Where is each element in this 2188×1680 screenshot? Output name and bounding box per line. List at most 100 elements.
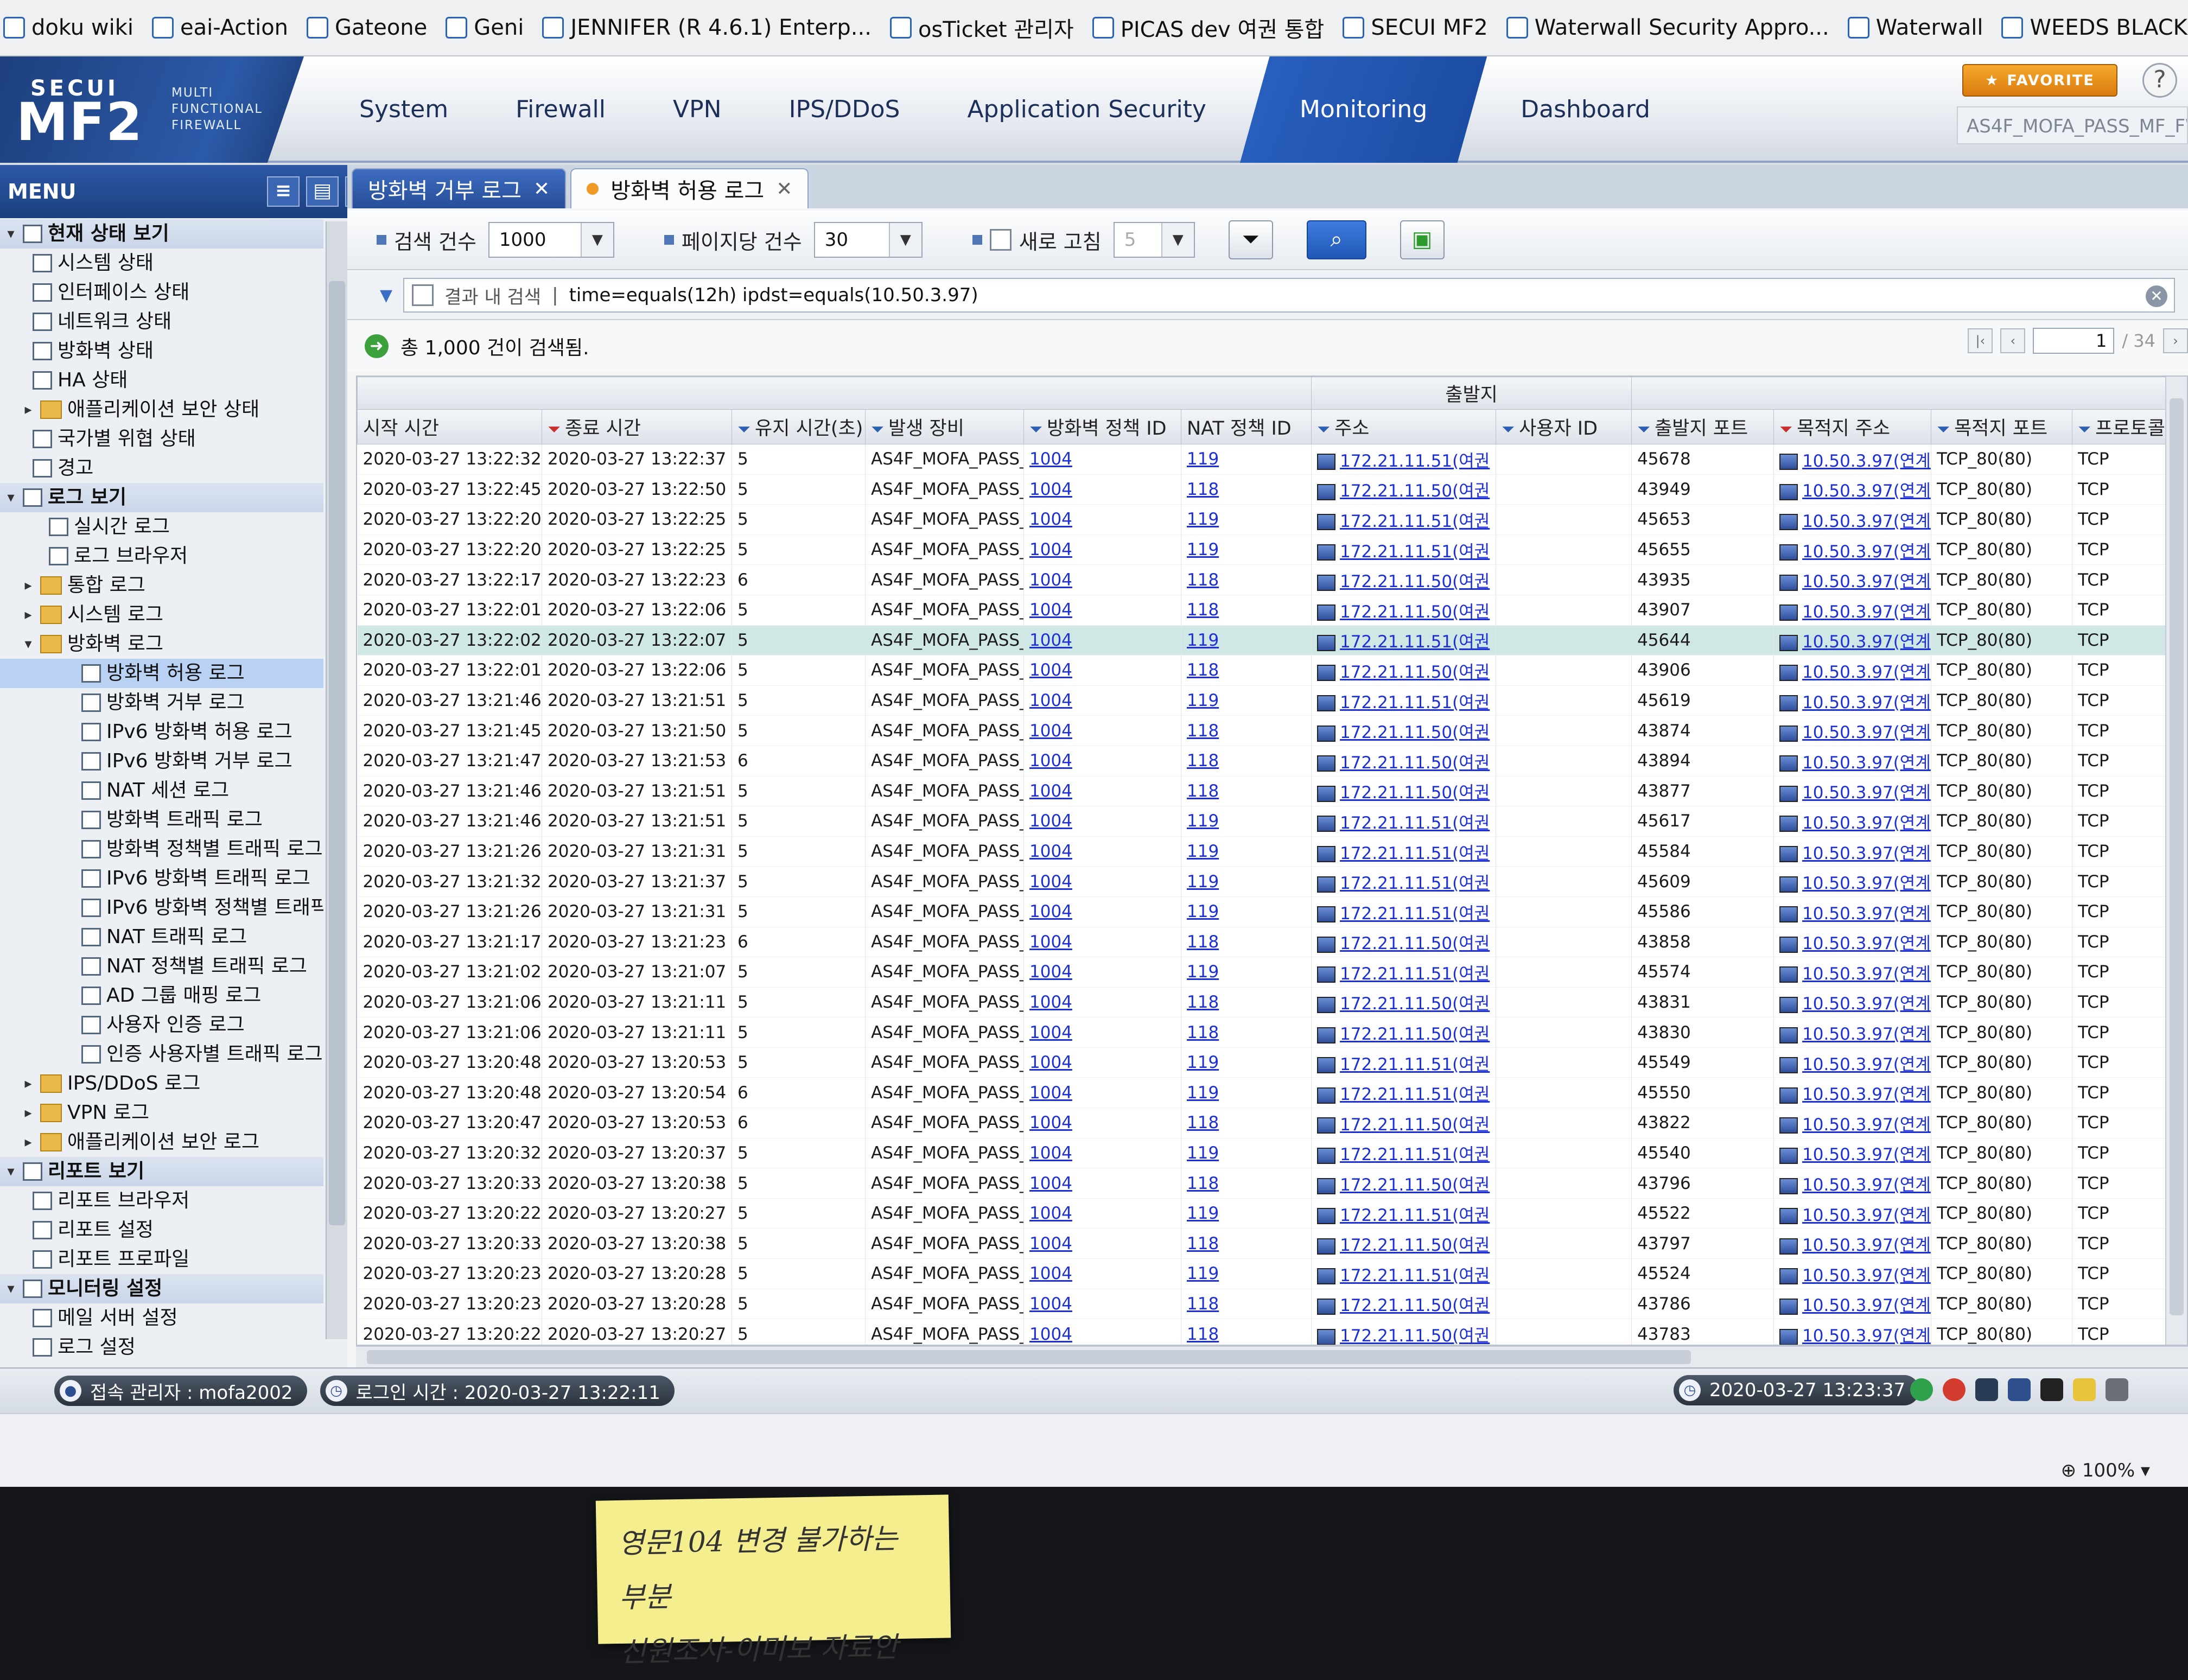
table-cell[interactable]: 172.21.11.50(여권: [1312, 1229, 1496, 1259]
table-cell[interactable]: 119: [1181, 836, 1312, 867]
table-row[interactable]: 2020-03-27 13:21:472020-03-27 13:21:536A…: [358, 746, 2188, 776]
table-cell[interactable]: 10.50.3.97(연계: [1774, 505, 1931, 535]
tree-expand-icon[interactable]: ≡: [267, 176, 300, 207]
table-cell[interactable]: 172.21.11.51(여권: [1312, 505, 1496, 535]
table-cell[interactable]: 118: [1181, 1289, 1312, 1319]
expand-arrow-icon[interactable]: ▸: [22, 1098, 35, 1128]
menu-item[interactable]: NAT 세션 로그: [0, 776, 323, 805]
column-header[interactable]: ⏷주소: [1312, 410, 1496, 444]
table-row[interactable]: 2020-03-27 13:20:222020-03-27 13:20:275A…: [358, 1198, 2188, 1229]
column-header[interactable]: ⏷발생 장비: [866, 410, 1024, 444]
table-cell[interactable]: 1004: [1024, 896, 1181, 927]
table-row[interactable]: 2020-03-27 13:20:482020-03-27 13:20:546A…: [358, 1078, 2188, 1108]
table-cell[interactable]: 172.21.11.51(여권: [1312, 1078, 1496, 1108]
table-cell[interactable]: 172.21.11.51(여권: [1312, 444, 1496, 475]
table-cell[interactable]: 119: [1181, 806, 1312, 837]
table-vertical-scrollbar[interactable]: [2165, 377, 2187, 1346]
table-cell[interactable]: 1004: [1024, 625, 1181, 656]
table-cell[interactable]: 118: [1181, 716, 1312, 746]
bookmark-item[interactable]: Waterwall: [1848, 15, 1983, 40]
menu-item[interactable]: 실시간 로그: [0, 512, 323, 542]
bookmark-item[interactable]: Waterwall Security Appro...: [1506, 15, 1829, 40]
table-cell[interactable]: 1004: [1024, 1138, 1181, 1168]
menu-item[interactable]: 리포트 프로파일: [0, 1245, 323, 1274]
menu-item[interactable]: ▾리포트 보기: [0, 1157, 323, 1186]
table-cell[interactable]: 10.50.3.97(연계: [1774, 685, 1931, 716]
menu-item[interactable]: ▸IPS/DDoS 로그: [0, 1069, 323, 1098]
table-row[interactable]: 2020-03-27 13:20:222020-03-27 13:20:275A…: [358, 1319, 2188, 1346]
filter-icon[interactable]: ⏷: [1317, 420, 1330, 439]
menu-item[interactable]: 로그 브라우저: [0, 542, 323, 571]
menu-item[interactable]: ▸애플리케이션 보안 상태: [0, 395, 323, 424]
table-cell[interactable]: 118: [1181, 474, 1312, 505]
table-cell[interactable]: 1004: [1024, 1259, 1181, 1289]
table-cell[interactable]: 1004: [1024, 1289, 1181, 1319]
table-cell[interactable]: 10.50.3.97(연계: [1774, 1229, 1931, 1259]
menu-item[interactable]: ▸통합 로그: [0, 571, 323, 600]
table-cell[interactable]: 172.21.11.51(여권: [1312, 1259, 1496, 1289]
table-cell[interactable]: 1004: [1024, 1108, 1181, 1138]
menu-item[interactable]: IPv6 방화벽 정책별 트래픽: [0, 893, 323, 922]
filter-icon[interactable]: ⏷: [1637, 420, 1650, 439]
table-cell[interactable]: 10.50.3.97(연계: [1774, 836, 1931, 867]
table-cell[interactable]: 172.21.11.51(여권: [1312, 896, 1496, 927]
table-cell[interactable]: 172.21.11.51(여권: [1312, 1138, 1496, 1168]
menu-item[interactable]: 인증 사용자별 트래픽 로그: [0, 1040, 323, 1069]
table-cell[interactable]: 118: [1181, 1108, 1312, 1138]
table-cell[interactable]: 10.50.3.97(연계: [1774, 595, 1931, 625]
table-cell[interactable]: 119: [1181, 1198, 1312, 1229]
menu-item[interactable]: 방화벽 거부 로그: [0, 688, 323, 717]
expand-arrow-icon[interactable]: ▸: [22, 395, 35, 424]
nav-system[interactable]: System: [326, 56, 482, 163]
table-cell[interactable]: 172.21.11.50(여권: [1312, 746, 1496, 776]
table-cell[interactable]: 10.50.3.97(연계: [1774, 1168, 1931, 1199]
table-cell[interactable]: 10.50.3.97(연계: [1774, 1108, 1931, 1138]
menu-item[interactable]: 방화벽 트래픽 로그: [0, 805, 323, 835]
expand-arrow-icon[interactable]: ▾: [4, 483, 17, 512]
zoom-level[interactable]: ⊕ 100% ▾: [2061, 1460, 2150, 1481]
menu-item[interactable]: HA 상태: [0, 366, 323, 395]
search-button[interactable]: ⌕: [1307, 220, 1366, 259]
menu-item[interactable]: AD 그룹 매핑 로그: [0, 981, 323, 1010]
expand-arrow-icon[interactable]: ▾: [4, 1157, 17, 1186]
menu-item[interactable]: 시스템 상태: [0, 249, 323, 278]
expand-arrow-icon[interactable]: ▾: [22, 629, 35, 659]
nav-firewall[interactable]: Firewall: [482, 56, 639, 163]
table-row[interactable]: 2020-03-27 13:22:202020-03-27 13:22:255A…: [358, 505, 2188, 535]
bookmark-item[interactable]: Geni: [446, 15, 524, 40]
status-ok-icon[interactable]: [1910, 1378, 1933, 1401]
filter-icon[interactable]: ⏷: [1779, 420, 1792, 439]
table-row[interactable]: 2020-03-27 13:21:462020-03-27 13:21:515A…: [358, 806, 2188, 837]
table-cell[interactable]: 172.21.11.51(여권: [1312, 836, 1496, 867]
table-cell[interactable]: 118: [1181, 1168, 1312, 1199]
table-horizontal-scrollbar[interactable]: [356, 1346, 2188, 1367]
first-page-button[interactable]: |‹: [1968, 328, 1993, 353]
expand-arrow-icon[interactable]: ▸: [22, 1128, 35, 1157]
table-cell[interactable]: 1004: [1024, 987, 1181, 1017]
menu-item[interactable]: NAT 트래픽 로그: [0, 922, 323, 952]
menu-item[interactable]: 로그 설정: [0, 1333, 323, 1362]
table-row[interactable]: 2020-03-27 13:20:232020-03-27 13:20:285A…: [358, 1259, 2188, 1289]
filter-icon[interactable]: ⏷: [1029, 420, 1042, 439]
table-cell[interactable]: 172.21.11.51(여권: [1312, 534, 1496, 565]
filter-icon[interactable]: ⏷: [1502, 420, 1515, 439]
menu-item[interactable]: 경고 설정: [0, 1362, 323, 1364]
help-button[interactable]: ?: [2142, 63, 2177, 98]
table-cell[interactable]: 10.50.3.97(연계: [1774, 1078, 1931, 1108]
table-cell[interactable]: 1004: [1024, 685, 1181, 716]
menu-item[interactable]: 방화벽 정책별 트래픽 로그: [0, 835, 323, 864]
table-cell[interactable]: 1004: [1024, 565, 1181, 595]
table-row[interactable]: 2020-03-27 13:22:022020-03-27 13:22:075A…: [358, 625, 2188, 656]
column-header[interactable]: 시작 시간: [358, 410, 542, 444]
menu-scrollbar[interactable]: [326, 221, 347, 1339]
close-icon[interactable]: ✕: [533, 178, 550, 200]
table-cell[interactable]: 172.21.11.50(여권: [1312, 776, 1496, 806]
table-row[interactable]: 2020-03-27 13:20:472020-03-27 13:20:536A…: [358, 1108, 2188, 1138]
table-cell[interactable]: 118: [1181, 1229, 1312, 1259]
table-cell[interactable]: 10.50.3.97(연계: [1774, 534, 1931, 565]
table-cell[interactable]: 1004: [1024, 505, 1181, 535]
table-row[interactable]: 2020-03-27 13:21:262020-03-27 13:21:315A…: [358, 896, 2188, 927]
bookmark-item[interactable]: doku wiki: [3, 15, 133, 40]
export-button[interactable]: ▣: [1400, 220, 1445, 259]
table-cell[interactable]: 172.21.11.51(여권: [1312, 625, 1496, 656]
